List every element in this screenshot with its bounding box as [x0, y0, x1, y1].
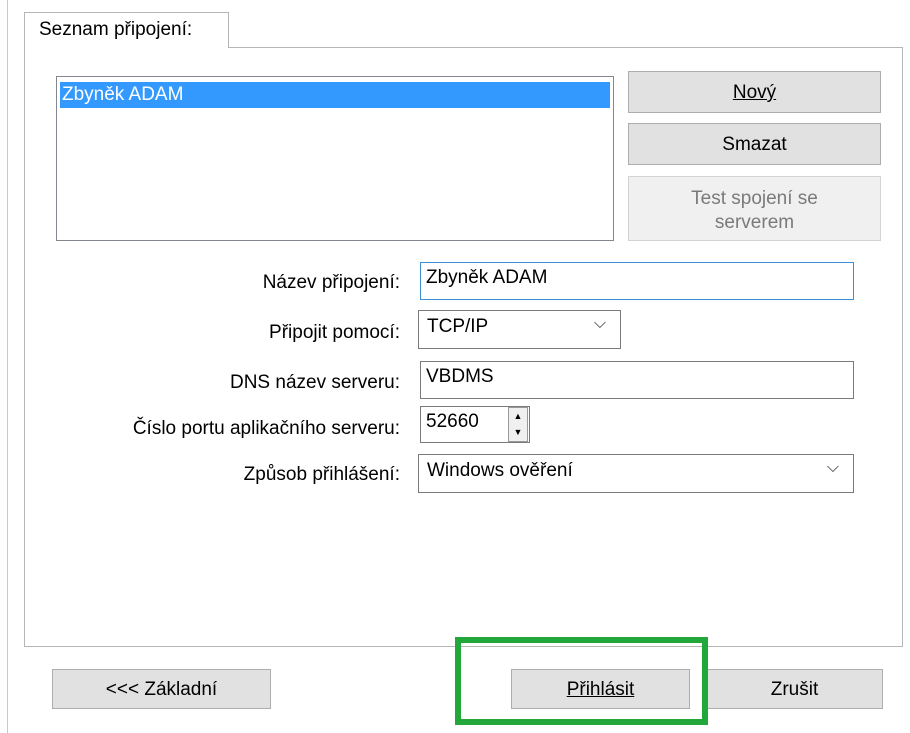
dns-server-input[interactable]: VBDMS — [420, 361, 854, 399]
chevron-down-icon: ⌵ — [826, 459, 839, 476]
delete-button-label: Smazat — [722, 134, 787, 155]
login-button[interactable]: Přihlásit — [511, 669, 690, 709]
spin-up-icon[interactable]: ▲ — [509, 408, 527, 424]
login-button-label: Přihlásit — [566, 679, 635, 700]
connection-name-input[interactable]: Zbyněk ADAM — [420, 262, 854, 300]
delete-button[interactable]: Smazat — [628, 123, 881, 165]
cancel-button-label: Zrušit — [770, 679, 819, 700]
new-button-label: Nový — [732, 82, 777, 103]
spin-down-icon[interactable]: ▼ — [509, 424, 527, 440]
connection-name-label: Název připojení: — [262, 272, 400, 293]
chevron-down-icon: ⌵ — [593, 315, 606, 332]
auth-method-select[interactable]: Windows ověření ⌵ — [418, 454, 854, 493]
tab-connections[interactable]: Seznam připojení: — [24, 12, 229, 48]
auth-label: Způsob přihlášení: — [243, 464, 400, 485]
basic-button-label: <<< Základní — [105, 679, 218, 700]
port-label: Číslo portu aplikačního serveru: — [132, 418, 400, 439]
connections-list[interactable]: Zbyněk ADAM — [56, 76, 614, 241]
connect-via-select[interactable]: TCP/IP ⌵ — [418, 310, 621, 349]
port-stepper[interactable]: ▲ ▼ — [508, 407, 528, 442]
test-connection-label-2: serverem — [714, 212, 795, 233]
connect-via-value: TCP/IP — [427, 316, 489, 337]
test-connection-button[interactable]: Test spojení se serverem — [628, 176, 881, 241]
basic-button[interactable]: <<< Základní — [52, 669, 271, 709]
cancel-button[interactable]: Zrušit — [706, 669, 883, 709]
connect-via-label: Připojit pomocí: — [269, 322, 400, 343]
test-connection-label-1: Test spojení se — [691, 188, 818, 209]
window-edge — [7, 0, 8, 733]
auth-method-value: Windows ověření — [427, 460, 573, 481]
dns-label: DNS název serveru: — [229, 372, 400, 393]
list-item[interactable]: Zbyněk ADAM — [60, 82, 610, 108]
new-button[interactable]: Nový — [628, 71, 881, 113]
